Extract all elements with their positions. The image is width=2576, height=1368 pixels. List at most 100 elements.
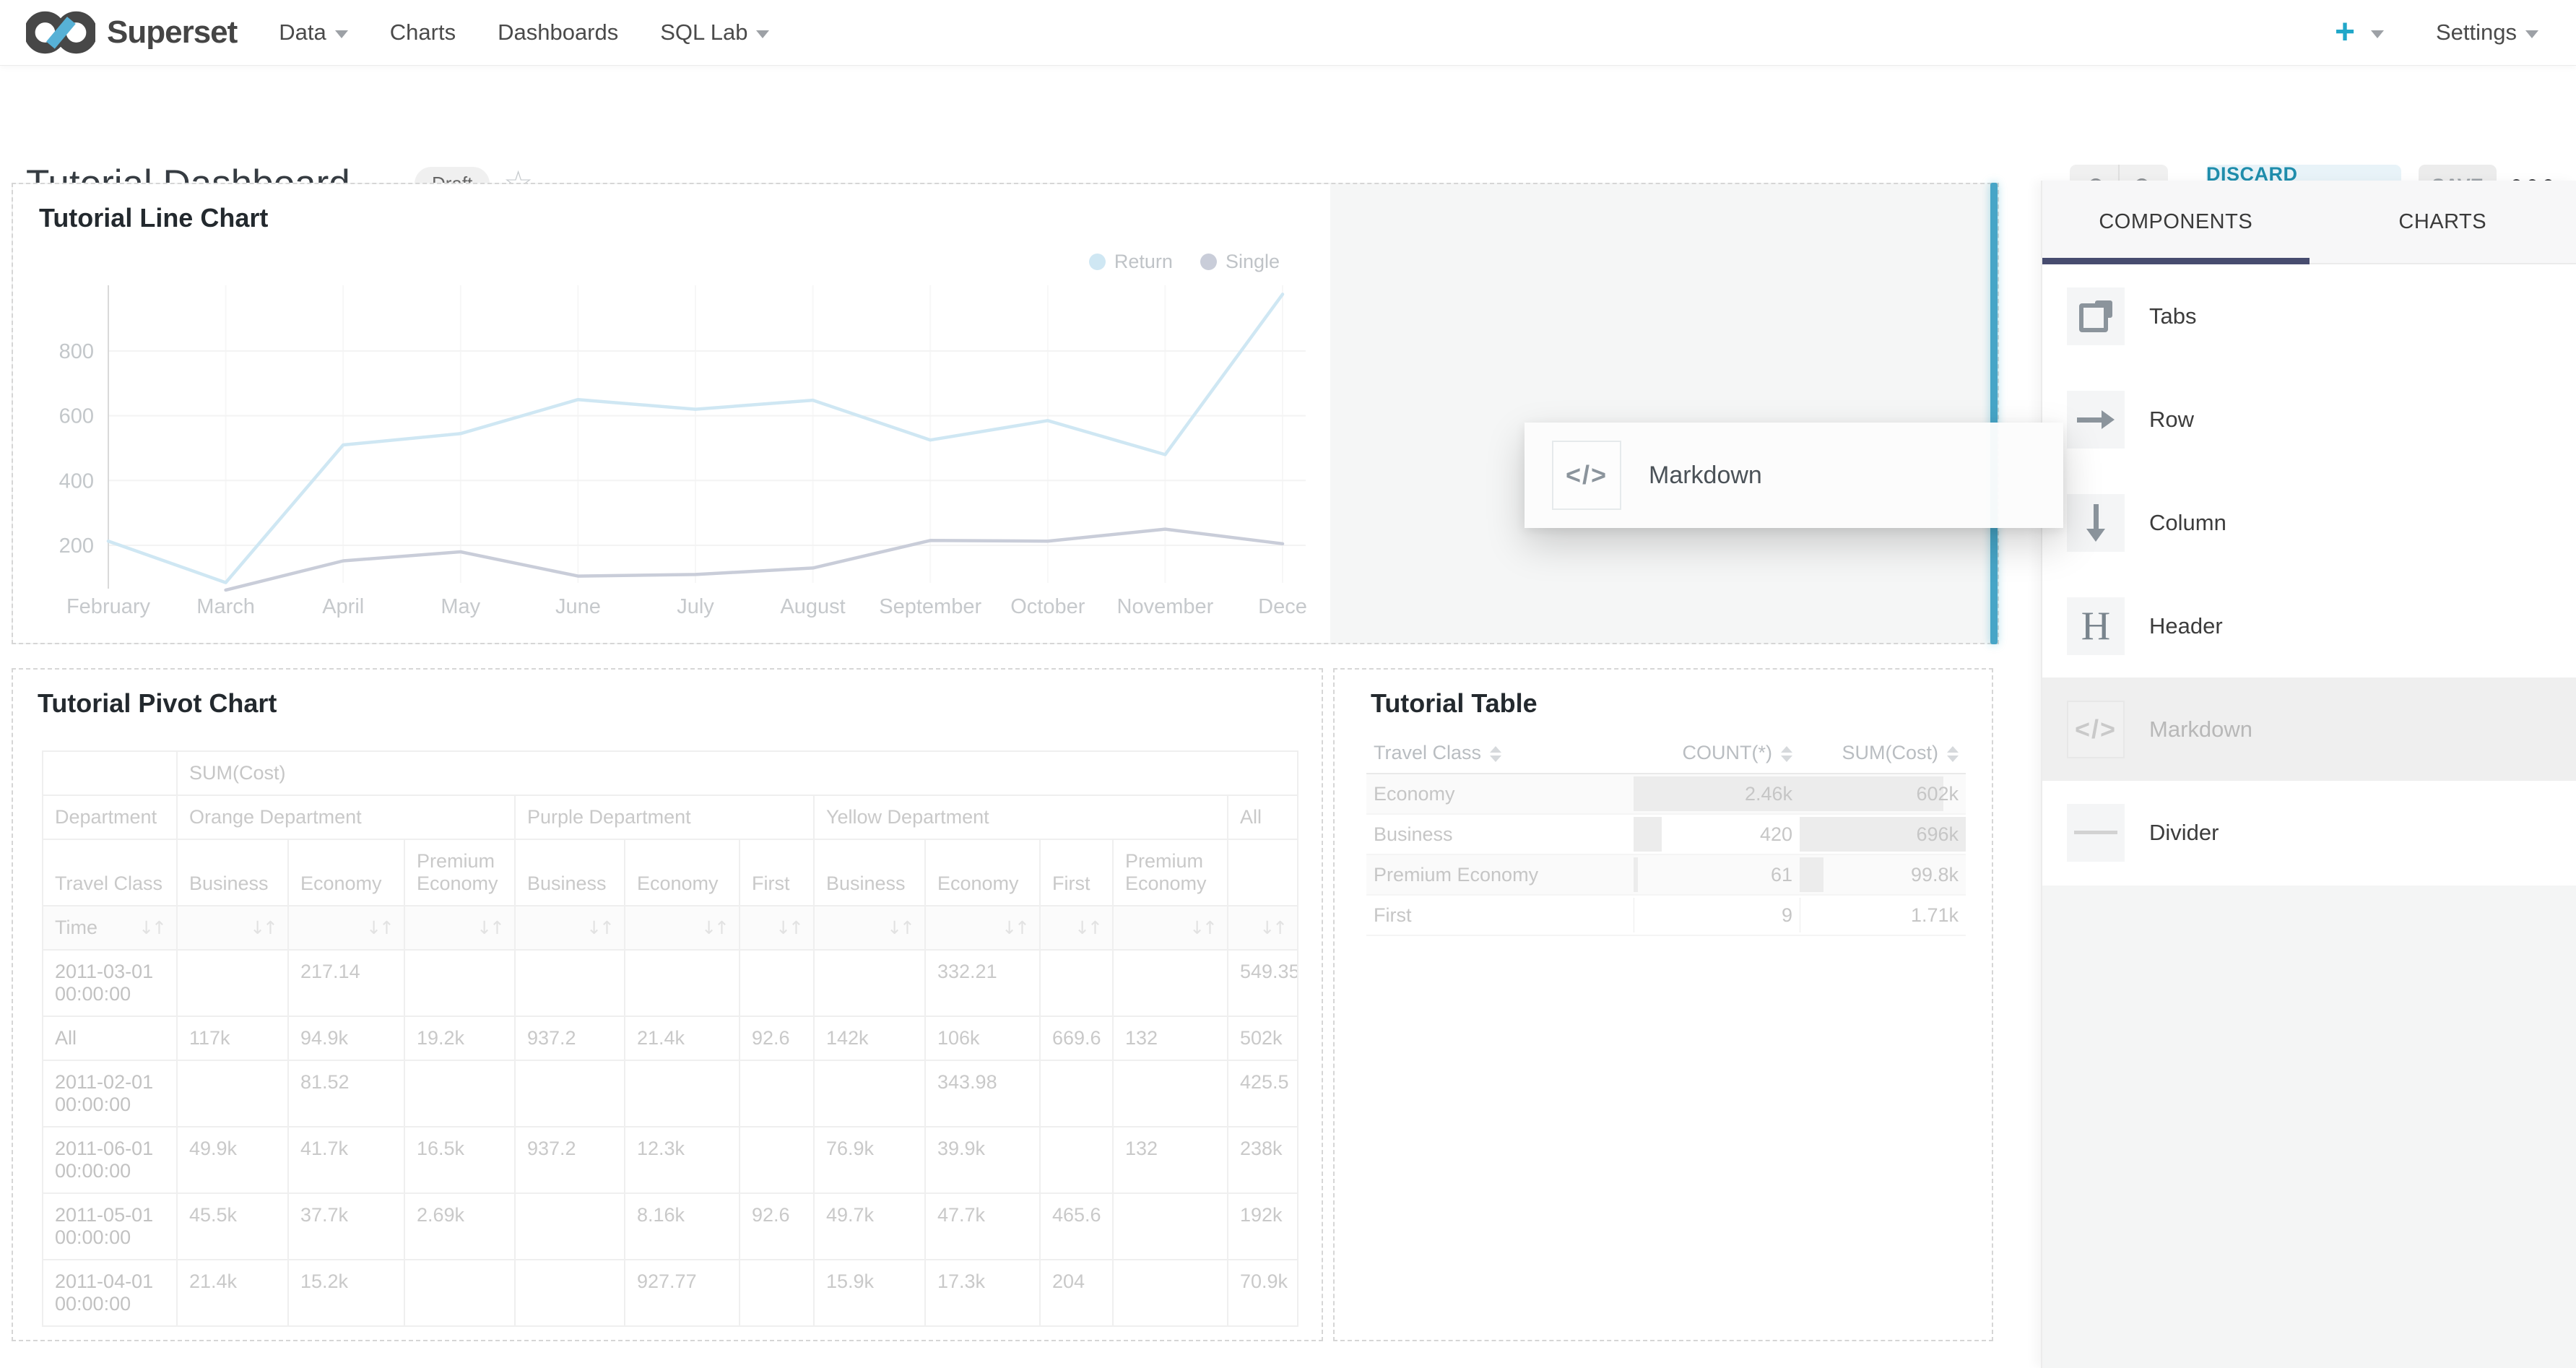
- table-cell-value: 1.71k: [1800, 895, 1966, 935]
- sort-icon[interactable]: ↓↑: [887, 917, 913, 938]
- pivot-sort-cell[interactable]: ↓↑: [625, 906, 740, 950]
- table-row: Business420696k: [1366, 814, 1966, 854]
- tab-charts[interactable]: CHARTS: [2310, 181, 2576, 263]
- pivot-row: 2011-03-01 00:00:00217.14332.21549.35: [43, 950, 1298, 1016]
- pivot-cell: 12.3k: [625, 1127, 740, 1193]
- nav-item-charts[interactable]: Charts: [390, 20, 456, 46]
- dashboard-row-1: 200400600800FebruaryMarchAprilMayJuneJul…: [12, 183, 1999, 644]
- sidebar-item-column[interactable]: Column: [2042, 471, 2576, 574]
- pivot-cell: 106k: [925, 1016, 1040, 1060]
- line-chart-card[interactable]: 200400600800FebruaryMarchAprilMayJuneJul…: [13, 184, 1330, 643]
- sort-icon[interactable]: ↓↑: [701, 917, 727, 938]
- pivot-group-header: All: [1228, 795, 1298, 839]
- pivot-chart-card[interactable]: Tutorial Pivot Chart SUM(Cost)Department…: [12, 668, 1323, 1341]
- pivot-cell: 937.2: [515, 1016, 625, 1060]
- sort-icon[interactable]: ↓↑: [250, 917, 276, 938]
- table-column-header[interactable]: Travel Class: [1366, 733, 1634, 774]
- sort-icon[interactable]: ↓↑: [586, 917, 612, 938]
- pivot-sort-cell[interactable]: ↓↑: [925, 906, 1040, 950]
- header-icon: H: [2067, 597, 2125, 655]
- pivot-cell: [1113, 950, 1228, 1016]
- sort-icon[interactable]: ↓↑: [366, 917, 392, 938]
- sidebar-item-divider[interactable]: Divider: [2042, 781, 2576, 884]
- pivot-cell: 343.98: [925, 1060, 1040, 1127]
- pivot-cell: [814, 950, 925, 1016]
- pivot-cell: [1113, 1260, 1228, 1326]
- pivot-cell: [177, 950, 288, 1016]
- table-cell-value: 602k: [1800, 774, 1966, 814]
- legend-item-single[interactable]: Single: [1200, 251, 1280, 273]
- pivot-time-cell[interactable]: Time↓↑: [43, 906, 177, 950]
- pivot-cell: [404, 1260, 515, 1326]
- table-chart-card[interactable]: Tutorial Table Travel ClassCOUNT(*)SUM(C…: [1333, 668, 1993, 1341]
- legend-item-return[interactable]: Return: [1089, 251, 1173, 273]
- pivot-sort-cell[interactable]: ↓↑: [177, 906, 288, 950]
- pivot-sort-cell[interactable]: ↓↑: [814, 906, 925, 950]
- pivot-sort-cell[interactable]: ↓↑: [404, 906, 515, 950]
- header-icon: H: [2081, 606, 2110, 646]
- markdown-icon: </>: [1552, 441, 1621, 510]
- sort-icon[interactable]: ↓↑: [776, 917, 802, 938]
- sort-icon[interactable]: [1490, 746, 1501, 762]
- settings-menu[interactable]: Settings: [2436, 20, 2538, 46]
- tab-components[interactable]: COMPONENTS: [2042, 181, 2310, 263]
- column-icon: [2067, 494, 2125, 552]
- pivot-cell: [1113, 1193, 1228, 1260]
- pivot-cell: 937.2: [515, 1127, 625, 1193]
- sidebar-item-label: Column: [2149, 510, 2226, 536]
- nav-item-sql-lab[interactable]: SQL Lab: [660, 20, 769, 46]
- pivot-col-header: First: [1040, 839, 1113, 906]
- chevron-down-icon: [2525, 30, 2538, 38]
- sort-icon[interactable]: ↓↑: [477, 917, 503, 938]
- sort-icon[interactable]: ↓↑: [1002, 917, 1028, 938]
- pivot-group-header: Yellow Department: [814, 795, 1228, 839]
- pivot-sort-cell[interactable]: ↓↑: [740, 906, 814, 950]
- legend-label: Single: [1226, 251, 1280, 273]
- superset-logo[interactable]: Superset: [0, 3, 237, 62]
- pivot-col-header: Business: [814, 839, 925, 906]
- pivot-row: 2011-06-01 00:00:0049.9k41.7k16.5k937.21…: [43, 1127, 1298, 1193]
- pivot-cell: 92.6: [740, 1193, 814, 1260]
- pivot-cell: [814, 1060, 925, 1127]
- sidebar-item-tabs[interactable]: Tabs: [2042, 264, 2576, 368]
- pivot-col-header: Premium Economy: [404, 839, 515, 906]
- legend-dot-icon: [1089, 254, 1106, 270]
- legend-dot-icon: [1200, 254, 1217, 270]
- sort-icon[interactable]: ↓↑: [1075, 917, 1101, 938]
- new-item-button[interactable]: +: [2335, 15, 2384, 50]
- pivot-cell: 132: [1113, 1127, 1228, 1193]
- sort-icon[interactable]: [1781, 746, 1792, 762]
- nav-item-label: SQL Lab: [660, 20, 747, 46]
- pivot-row: 2011-04-01 00:00:0021.4k15.2k927.7715.9k…: [43, 1260, 1298, 1326]
- pivot-sort-cell[interactable]: ↓↑: [288, 906, 404, 950]
- sort-icon[interactable]: ↓↑: [1259, 917, 1285, 938]
- pivot-cell: [515, 1060, 625, 1127]
- table-cell-value: 696k: [1800, 814, 1966, 854]
- sidebar-item-markdown[interactable]: </>Markdown: [2042, 677, 2576, 781]
- table-cell-value: 9: [1634, 895, 1800, 935]
- pivot-row-label: 2011-02-01 00:00:00: [43, 1060, 177, 1127]
- table-column-header[interactable]: COUNT(*): [1634, 733, 1800, 774]
- pivot-sort-cell[interactable]: ↓↑: [1113, 906, 1228, 950]
- svg-text:September: September: [879, 595, 981, 618]
- sort-icon[interactable]: ↓↑: [139, 917, 165, 938]
- nav-item-data[interactable]: Data: [279, 20, 347, 46]
- pivot-sort-cell[interactable]: ↓↑: [1040, 906, 1113, 950]
- sort-icon[interactable]: ↓↑: [1189, 917, 1215, 938]
- table-column-header[interactable]: SUM(Cost): [1800, 733, 1966, 774]
- sidebar-item-row[interactable]: Row: [2042, 368, 2576, 471]
- pivot-cell: 217.14: [288, 950, 404, 1016]
- sort-icon[interactable]: [1947, 746, 1959, 762]
- svg-text:May: May: [441, 595, 480, 618]
- nav-item-dashboards[interactable]: Dashboards: [498, 20, 618, 46]
- pivot-row: 2011-02-01 00:00:0081.52343.98425.5: [43, 1060, 1298, 1127]
- sidebar-item-header[interactable]: HHeader: [2042, 574, 2576, 677]
- pivot-sort-cell[interactable]: ↓↑: [515, 906, 625, 950]
- pivot-col-header: Economy: [625, 839, 740, 906]
- chart-title: Tutorial Pivot Chart: [38, 688, 277, 719]
- pivot-cell: 8.16k: [625, 1193, 740, 1260]
- pivot-cell: 92.6: [740, 1016, 814, 1060]
- nav-item-label: Charts: [390, 20, 456, 46]
- pivot-sort-cell[interactable]: ↓↑: [1228, 906, 1298, 950]
- builder-sidebar: COMPONENTSCHARTS TabsRow Column HHeader</>…: [2041, 181, 2576, 1368]
